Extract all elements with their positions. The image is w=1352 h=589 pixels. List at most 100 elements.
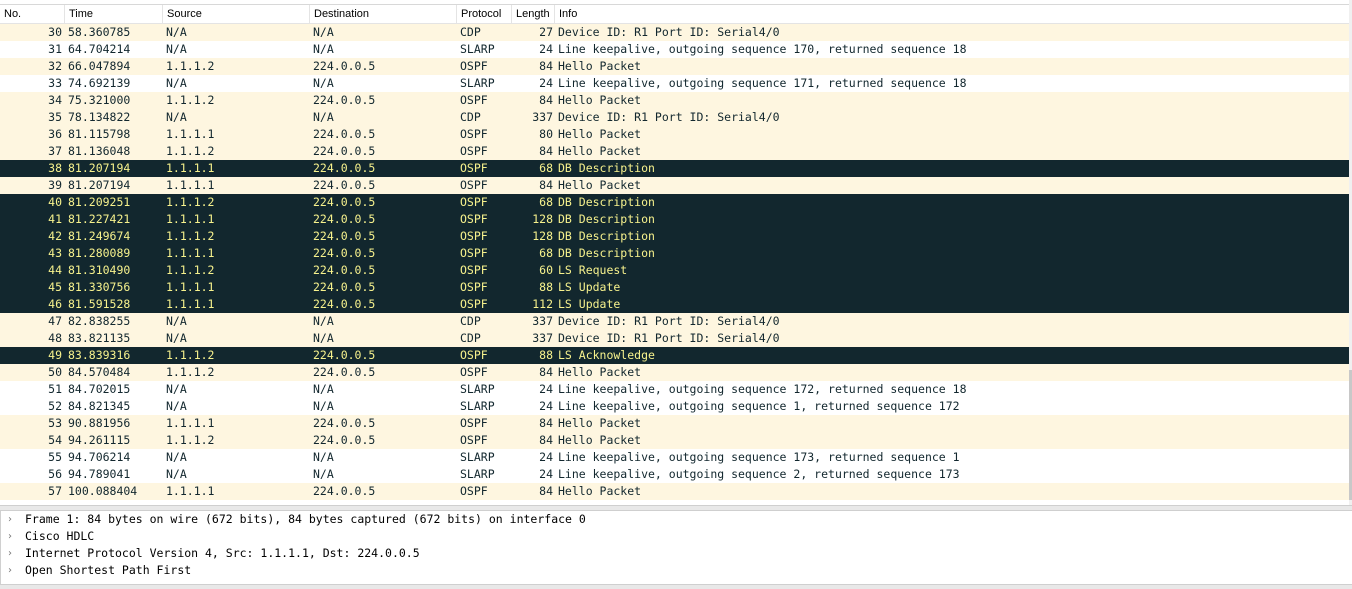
packet-info: Hello Packet xyxy=(558,127,642,141)
packet-row[interactable]: 36 81.115798 1.1.1.1 224.0.0.5 OSPF 80 Hello P… xyxy=(0,126,1349,143)
packet-row[interactable]: 31 64.704214 N/A N/A SLARP 24 Line keepalive, … xyxy=(0,41,1349,58)
packet-row[interactable]: 52 84.821345 N/A N/A SLARP 24 Line keepalive, … xyxy=(0,398,1349,415)
packet-time: 81.280089 xyxy=(68,246,131,260)
packet-row[interactable]: 41 81.227421 1.1.1.1 224.0.0.5 OSPF 128 DB Des… xyxy=(0,211,1349,228)
chevron-right-icon[interactable]: › xyxy=(8,528,18,545)
packet-row[interactable]: 37 81.136048 1.1.1.2 224.0.0.5 OSPF 84 Hello P… xyxy=(0,143,1349,160)
packet-info: Hello Packet xyxy=(558,178,642,192)
packet-row[interactable]: 57 100.088404 1.1.1.1 224.0.0.5 OSPF 84 Hello … xyxy=(0,483,1349,500)
packet-info: DB Description xyxy=(558,229,655,243)
packet-row[interactable]: 53 90.881956 1.1.1.1 224.0.0.5 OSPF 84 Hello P… xyxy=(0,415,1349,432)
packet-info: Hello Packet xyxy=(558,484,642,498)
packet-row[interactable]: 39 81.207194 1.1.1.1 224.0.0.5 OSPF 84 Hello P… xyxy=(0,177,1349,194)
packet-time: 66.047894 xyxy=(68,59,131,73)
packet-destination: 224.0.0.5 xyxy=(313,144,376,158)
packet-info: Device ID: R1 Port ID: Serial4/0 xyxy=(558,25,780,39)
packet-protocol: OSPF xyxy=(460,144,488,158)
packet-number: 35 xyxy=(48,110,62,124)
packet-destination: N/A xyxy=(313,467,334,481)
chevron-right-icon[interactable]: › xyxy=(8,545,18,562)
packet-destination: 224.0.0.5 xyxy=(313,229,376,243)
column-header-protocol[interactable]: Protocol xyxy=(457,5,512,24)
packet-source: 1.1.1.2 xyxy=(166,348,215,362)
packet-protocol: OSPF xyxy=(460,365,488,379)
packet-number: 33 xyxy=(48,76,62,90)
packet-row[interactable]: 38 81.207194 1.1.1.1 224.0.0.5 OSPF 68 DB Desc… xyxy=(0,160,1349,177)
packet-info: DB Description xyxy=(558,212,655,226)
packet-number: 55 xyxy=(48,450,62,464)
column-header-info[interactable]: Info xyxy=(555,5,1349,24)
packet-list-pane[interactable]: No. Time Source Destination Protocol Len… xyxy=(0,0,1352,505)
chevron-right-icon[interactable]: › xyxy=(8,562,18,579)
packet-length: 24 xyxy=(539,76,553,90)
packet-row[interactable]: 46 81.591528 1.1.1.1 224.0.0.5 OSPF 112 LS Upd… xyxy=(0,296,1349,313)
packet-protocol: OSPF xyxy=(460,433,488,447)
packet-row[interactable]: 51 84.702015 N/A N/A SLARP 24 Line keepalive, … xyxy=(0,381,1349,398)
packet-destination: N/A xyxy=(313,76,334,90)
packet-info: LS Update xyxy=(558,280,621,294)
packet-protocol: OSPF xyxy=(460,195,488,209)
packet-time: 78.134822 xyxy=(68,110,131,124)
packet-info: DB Description xyxy=(558,246,655,260)
packet-source: 1.1.1.2 xyxy=(166,433,215,447)
column-header-source[interactable]: Source xyxy=(163,5,310,24)
packet-row[interactable]: 43 81.280089 1.1.1.1 224.0.0.5 OSPF 68 DB Desc… xyxy=(0,245,1349,262)
detail-tree-item[interactable]: › Frame 1: 84 bytes on wire (672 bits), 8… xyxy=(1,511,1352,528)
packet-source: N/A xyxy=(166,467,187,481)
packet-length: 88 xyxy=(539,348,553,362)
detail-tree-item[interactable]: › Internet Protocol Version 4, Src: 1.1.1… xyxy=(1,545,1352,562)
packet-number: 31 xyxy=(48,42,62,56)
packet-row[interactable]: 56 94.789041 N/A N/A SLARP 24 Line keepalive, … xyxy=(0,466,1349,483)
detail-tree-item[interactable]: › Open Shortest Path First xyxy=(1,562,1352,579)
packet-length: 68 xyxy=(539,161,553,175)
packet-row[interactable]: 35 78.134822 N/A N/A CDP 337 Device ID: R1 Por… xyxy=(0,109,1349,126)
chevron-right-icon[interactable]: › xyxy=(8,511,18,528)
packet-row[interactable]: 32 66.047894 1.1.1.2 224.0.0.5 OSPF 84 Hello P… xyxy=(0,58,1349,75)
packet-number: 43 xyxy=(48,246,62,260)
packet-number: 48 xyxy=(48,331,62,345)
column-header-time[interactable]: Time xyxy=(65,5,163,24)
packet-time: 81.310490 xyxy=(68,263,131,277)
pane-splitter-bottom[interactable] xyxy=(0,584,1352,589)
packet-row[interactable]: 33 74.692139 N/A N/A SLARP 24 Line keepalive, … xyxy=(0,75,1349,92)
detail-tree-label: Cisco HDLC xyxy=(25,529,95,543)
packet-row[interactable]: 40 81.209251 1.1.1.2 224.0.0.5 OSPF 68 DB Desc… xyxy=(0,194,1349,211)
packet-row[interactable]: 54 94.261115 1.1.1.2 224.0.0.5 OSPF 84 Hello P… xyxy=(0,432,1349,449)
packet-number: 54 xyxy=(48,433,62,447)
column-header-length[interactable]: Length xyxy=(512,5,555,24)
packet-info: Hello Packet xyxy=(558,144,642,158)
packet-destination: 224.0.0.5 xyxy=(313,365,376,379)
packet-row[interactable]: 55 94.706214 N/A N/A SLARP 24 Line keepalive, … xyxy=(0,449,1349,466)
packet-protocol: SLARP xyxy=(460,382,495,396)
packet-rows: 30 58.360785 N/A N/A CDP 27 Device ID: R1 Port… xyxy=(0,24,1349,500)
detail-tree-item[interactable]: › Cisco HDLC xyxy=(1,528,1352,545)
packet-info: Line keepalive, outgoing sequence 2, ret… xyxy=(558,467,960,481)
packet-info: Hello Packet xyxy=(558,365,642,379)
packet-row[interactable]: 48 83.821135 N/A N/A CDP 337 Device ID: R1 Por… xyxy=(0,330,1349,347)
packet-row[interactable]: 50 84.570484 1.1.1.2 224.0.0.5 OSPF 84 Hello P… xyxy=(0,364,1349,381)
packet-source: 1.1.1.1 xyxy=(166,161,215,175)
packet-protocol: OSPF xyxy=(460,161,488,175)
packet-row[interactable]: 45 81.330756 1.1.1.1 224.0.0.5 OSPF 88 LS Upda… xyxy=(0,279,1349,296)
packet-row[interactable]: 47 82.838255 N/A N/A CDP 337 Device ID: R1 Por… xyxy=(0,313,1349,330)
packet-info: LS Request xyxy=(558,263,628,277)
packet-destination: N/A xyxy=(313,110,334,124)
packet-source: N/A xyxy=(166,76,187,90)
column-header-destination[interactable]: Destination xyxy=(310,5,457,24)
packet-row[interactable]: 44 81.310490 1.1.1.2 224.0.0.5 OSPF 60 LS Requ… xyxy=(0,262,1349,279)
packet-source: 1.1.1.1 xyxy=(166,178,215,192)
packet-time: 81.227421 xyxy=(68,212,131,226)
packet-length: 84 xyxy=(539,59,553,73)
packet-row[interactable]: 42 81.249674 1.1.1.2 224.0.0.5 OSPF 128 DB Des… xyxy=(0,228,1349,245)
packet-source: 1.1.1.2 xyxy=(166,263,215,277)
packet-number: 57 xyxy=(48,484,62,498)
packet-number: 32 xyxy=(48,59,62,73)
packet-number: 53 xyxy=(48,416,62,430)
packet-length: 112 xyxy=(532,297,553,311)
packet-details-pane[interactable]: › Frame 1: 84 bytes on wire (672 bits), 8… xyxy=(0,511,1352,584)
packet-row[interactable]: 34 75.321000 1.1.1.2 224.0.0.5 OSPF 84 Hello P… xyxy=(0,92,1349,109)
column-header-no[interactable]: No. xyxy=(0,5,65,24)
packet-row[interactable]: 49 83.839316 1.1.1.2 224.0.0.5 OSPF 88 LS Ackn… xyxy=(0,347,1349,364)
packet-row[interactable]: 30 58.360785 N/A N/A CDP 27 Device ID: R1 Port… xyxy=(0,24,1349,41)
packet-protocol: CDP xyxy=(460,110,481,124)
